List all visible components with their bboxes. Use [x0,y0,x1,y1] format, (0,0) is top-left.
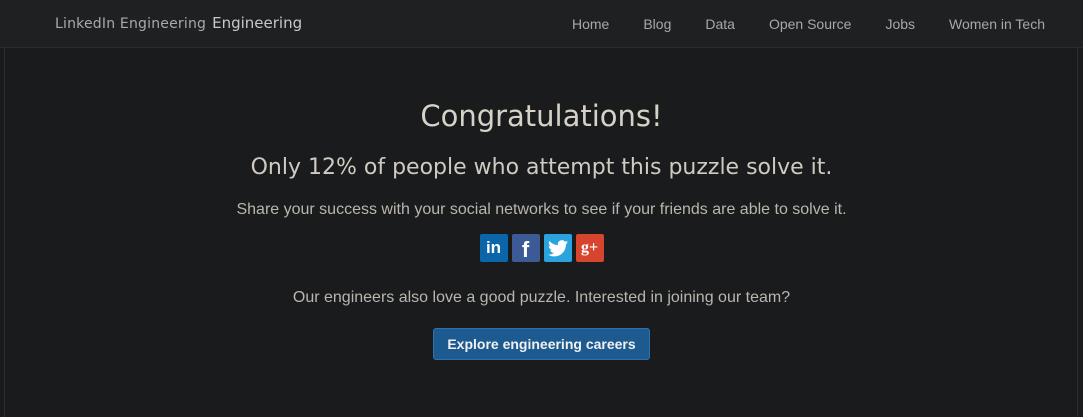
nav-jobs[interactable]: Jobs [885,16,915,32]
nav-open-source[interactable]: Open Source [769,16,852,32]
brand-subtitle: Engineering [212,14,303,32]
main-nav: Home Blog Data Open Source Jobs Women in… [538,0,1045,48]
explore-careers-button[interactable]: Explore engineering careers [433,328,650,360]
linkedin-icon[interactable]: in [479,234,508,262]
facebook-icon[interactable]: f [511,234,540,262]
nav-women-in-tech[interactable]: Women in Tech [949,16,1045,32]
nav-blog[interactable]: Blog [643,16,671,32]
main-content: Congratulations! Only 12% of people who … [0,48,1083,360]
google-plus-icon[interactable]: g+ [575,234,604,262]
share-prompt: Share your success with your social netw… [236,201,847,218]
puzzle-stat: Only 12% of people who attempt this puzz… [250,155,833,180]
brand-logo[interactable]: LinkedIn Engineering [55,16,206,32]
nav-data[interactable]: Data [705,16,735,32]
brand[interactable]: LinkedIn Engineering Engineering [55,14,302,32]
careers-prompt: Our engineers also love a good puzzle. I… [292,289,791,306]
page-title: Congratulations! [420,99,663,133]
twitter-bird-glyph [547,239,568,256]
social-share-buttons: in f g+ [0,234,1083,262]
nav-home[interactable]: Home [572,16,609,32]
twitter-icon[interactable] [543,234,572,262]
top-navbar: LinkedIn Engineering Engineering Home Bl… [0,0,1083,48]
